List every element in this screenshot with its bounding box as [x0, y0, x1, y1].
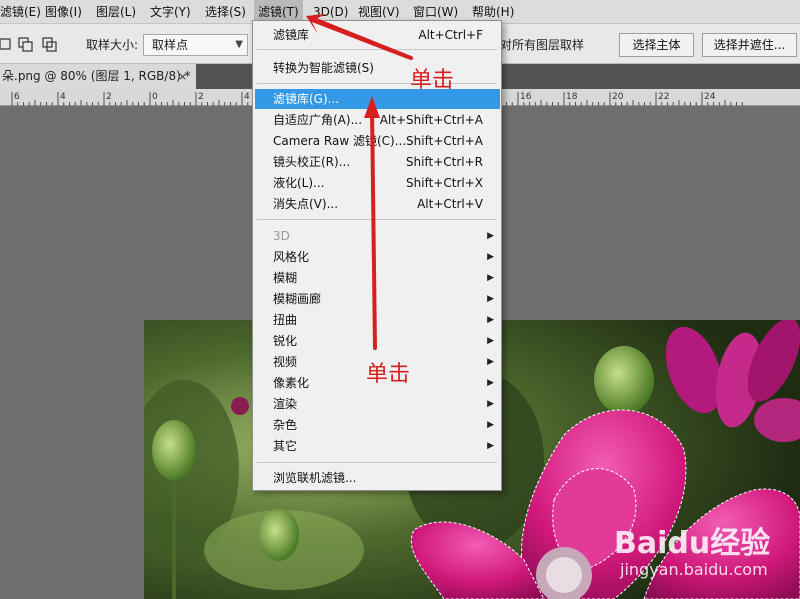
arrow-to-filter-gallery [364, 96, 380, 118]
arrow-line-top [309, 16, 413, 60]
annotation-click-top: 单击 [410, 68, 455, 93]
watermark-url: jingyan.baidu.com [620, 560, 768, 579]
arrow-line-middle [370, 106, 377, 350]
watermark-brand: Baidu经验 [614, 526, 771, 561]
baidu-watermark: Baidu经验 jingyan.baidu.com [614, 510, 794, 590]
annotation-click-middle: 单击 [366, 362, 411, 387]
